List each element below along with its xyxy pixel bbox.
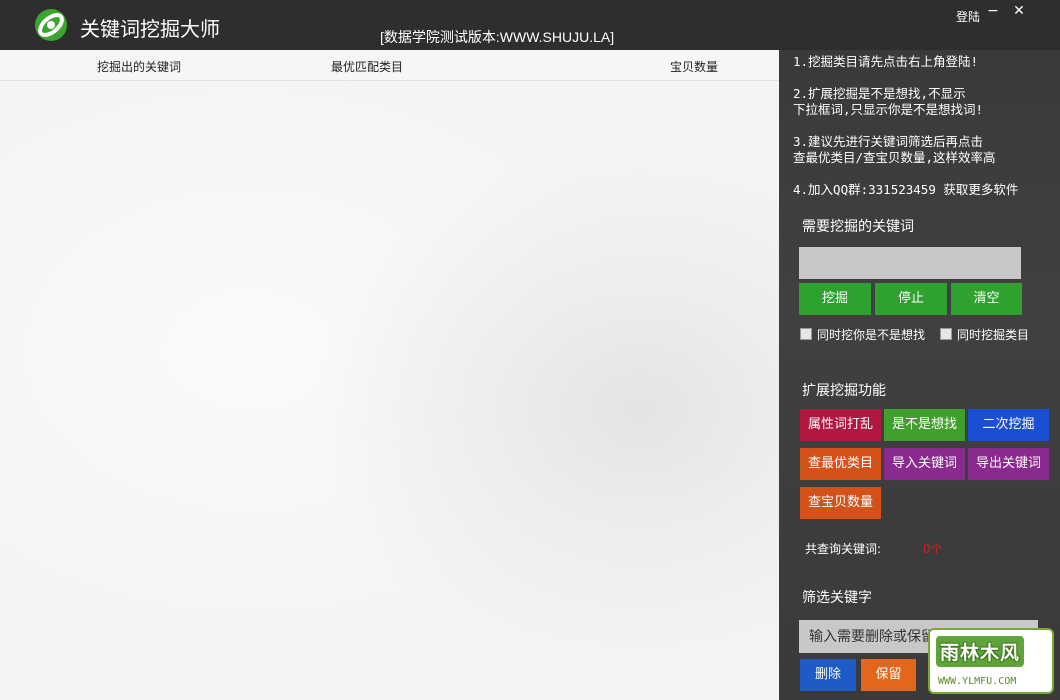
watermark-url: WWW.YLMFU.COM: [938, 676, 1017, 687]
keyword-input[interactable]: [799, 247, 1021, 279]
tip-3: 3.建议先进行关键词筛选后再点击 查最优类目/查宝贝数量,这样效率高: [793, 134, 996, 165]
suggestions-button[interactable]: 是不是想找: [884, 409, 965, 441]
title-bar: 关键词挖掘大师 [数据学院测试版本:WWW.SHUJU.LA] 登陆 − ✕: [0, 0, 1060, 50]
tips-box: 1.挖掘类目请先点击右上角登陆! 2.扩展挖掘是不是想找,不显示 下拉框词,只显…: [793, 54, 1055, 214]
checkbox-box[interactable]: [940, 328, 952, 340]
item-count-button[interactable]: 查宝贝数量: [800, 487, 881, 519]
version-subtitle: [数据学院测试版本:WWW.SHUJU.LA]: [380, 29, 615, 45]
tip-4: 4.加入QQ群:331523459 获取更多软件: [793, 182, 1019, 197]
login-button[interactable]: 登陆: [956, 8, 980, 25]
best-category-button[interactable]: 查最优类目: [800, 448, 881, 480]
delete-button[interactable]: 删除: [800, 659, 856, 691]
checkbox-mine-categories[interactable]: 同时挖掘类目: [940, 326, 1029, 343]
app-title: 关键词挖掘大师: [80, 17, 220, 41]
shuffle-attributes-button[interactable]: 属性词打乱: [800, 409, 881, 441]
query-count-label: 共查询关键词:: [805, 542, 882, 556]
mine-button[interactable]: 挖掘: [799, 283, 871, 315]
close-icon[interactable]: ✕: [1011, 3, 1027, 19]
checkbox-label: 同时挖掘类目: [957, 328, 1030, 342]
tip-2: 2.扩展挖掘是不是想找,不显示 下拉框词,只显示你是不是想找词!: [793, 86, 984, 117]
minimize-icon[interactable]: −: [985, 3, 1001, 19]
checkbox-mine-suggestions[interactable]: 同时挖你是不是想找: [800, 326, 925, 343]
column-header-keyword[interactable]: 挖掘出的关键词: [97, 58, 181, 75]
filter-section-title: 筛选关键字: [802, 590, 872, 606]
checkbox-box[interactable]: [800, 328, 812, 340]
keep-button[interactable]: 保留: [861, 659, 916, 691]
watermark-logo: 雨林木风 WWW.YLMFU.COM: [928, 628, 1054, 694]
query-count-value: 0个: [923, 542, 943, 556]
extended-section-title: 扩展挖掘功能: [802, 383, 886, 399]
stop-button[interactable]: 停止: [875, 283, 947, 315]
control-panel: 1.挖掘类目请先点击右上角登陆! 2.扩展挖掘是不是想找,不显示 下拉框词,只显…: [779, 50, 1060, 700]
export-keywords-button[interactable]: 导出关键词: [968, 448, 1049, 480]
checkbox-label: 同时挖你是不是想找: [817, 328, 926, 342]
column-header-category[interactable]: 最优匹配类目: [331, 58, 403, 75]
secondary-mining-button[interactable]: 二次挖掘: [968, 409, 1049, 441]
results-header: 挖掘出的关键词 最优匹配类目 宝贝数量: [0, 50, 779, 81]
clear-button[interactable]: 清空: [951, 283, 1022, 315]
watermark-text: 雨林木风: [936, 636, 1025, 667]
column-header-item-count[interactable]: 宝贝数量: [670, 58, 718, 75]
tip-1: 1.挖掘类目请先点击右上角登陆!: [793, 54, 979, 69]
import-keywords-button[interactable]: 导入关键词: [884, 448, 965, 480]
mining-section-title: 需要挖掘的关键词: [802, 219, 914, 235]
results-table[interactable]: 挖掘出的关键词 最优匹配类目 宝贝数量: [0, 50, 779, 700]
app-logo-icon: [35, 9, 67, 41]
